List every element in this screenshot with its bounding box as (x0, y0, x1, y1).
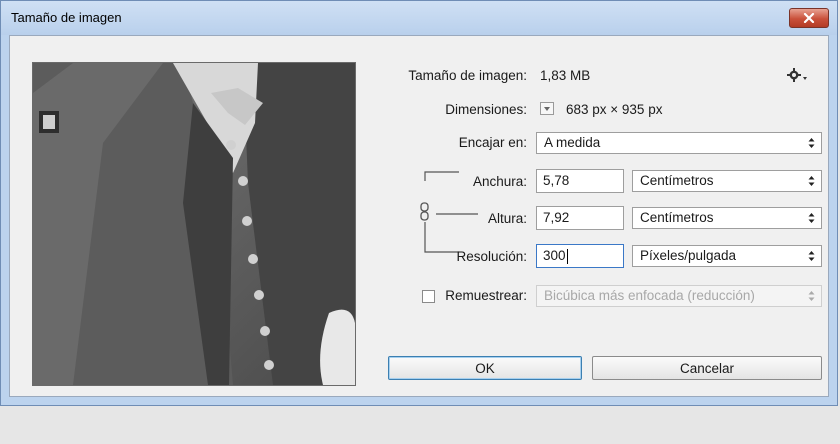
updown-arrow-icon (808, 291, 815, 301)
dialog-window: Tamaño de imagen Tamaño de imagen: 1,83 … (0, 0, 838, 406)
resolution-input[interactable]: 300 (536, 244, 624, 268)
resolution-label: Resolución: (456, 249, 527, 264)
height-value: 7,92 (543, 210, 570, 225)
resolution-unit-select[interactable]: Píxeles/pulgada (632, 245, 822, 267)
width-value: 5,78 (543, 173, 570, 188)
resample-method-select[interactable]: Bicúbica más enfocada (reducción) (536, 285, 822, 307)
dialog-content: Tamaño de imagen: 1,83 MB Dimensiones: 6… (9, 35, 829, 397)
resolution-value: 300 (543, 248, 566, 263)
resample-label[interactable]: Remuestrear: (382, 288, 527, 303)
width-label: Anchura: (472, 174, 527, 189)
width-unit-value: Centímetros (640, 173, 714, 188)
resolution-unit-value: Píxeles/pulgada (640, 248, 737, 263)
window-title: Tamaño de imagen (11, 10, 122, 25)
title-bar[interactable]: Tamaño de imagen (1, 1, 837, 35)
height-label: Altura: (487, 211, 527, 226)
updown-arrow-icon (808, 251, 815, 261)
ok-button[interactable]: OK (388, 356, 582, 380)
height-input[interactable]: 7,92 (536, 206, 624, 230)
cancel-button[interactable]: Cancelar (592, 356, 822, 380)
width-unit-select[interactable]: Centímetros (632, 170, 822, 192)
text-caret (567, 249, 568, 264)
close-icon (803, 13, 815, 23)
close-button[interactable] (789, 8, 829, 28)
height-unit-value: Centímetros (640, 210, 714, 225)
updown-arrow-icon (808, 176, 815, 186)
height-unit-select[interactable]: Centímetros (632, 207, 822, 229)
constrain-proportions-link[interactable] (10, 36, 840, 444)
width-input[interactable]: 5,78 (536, 169, 624, 193)
resample-method-value: Bicúbica más enfocada (reducción) (544, 288, 755, 303)
updown-arrow-icon (808, 213, 815, 223)
